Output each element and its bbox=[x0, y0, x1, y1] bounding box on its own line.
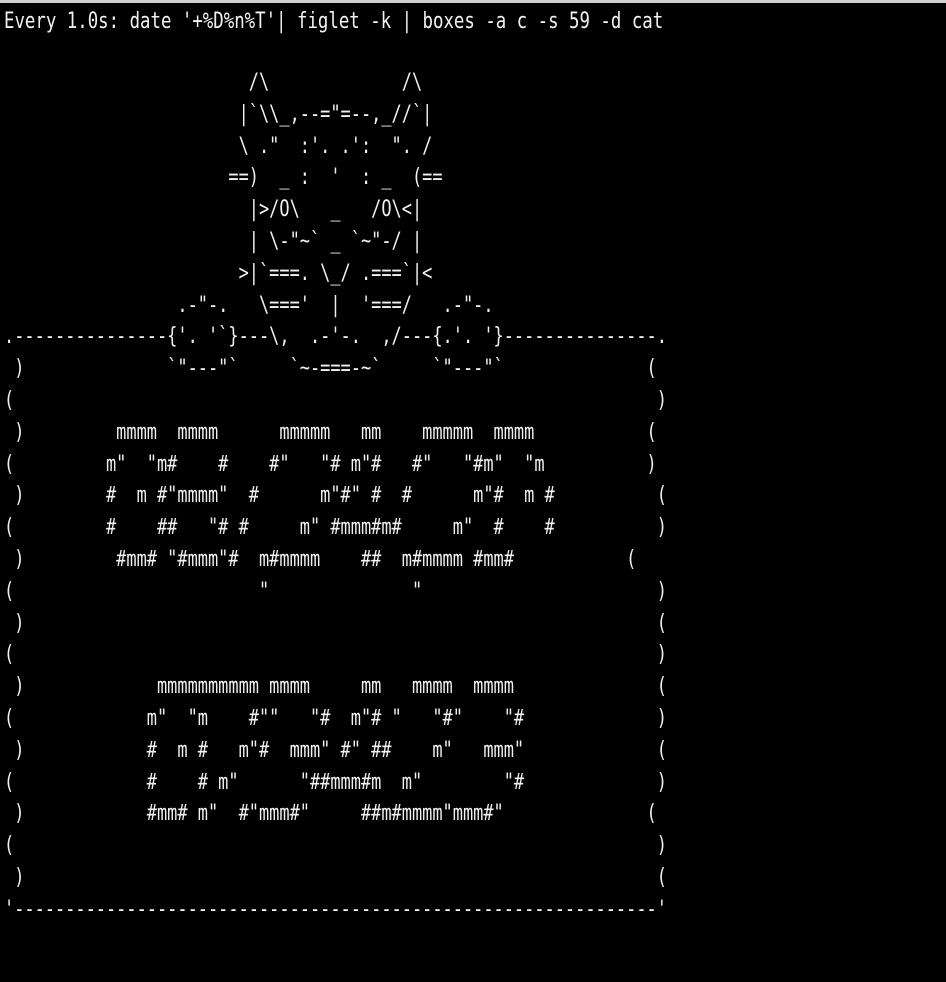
figlet-boxes-cat-output: /\ /\ |`\\_,--="=--,_//`| \ ." :'. .': "… bbox=[4, 70, 667, 922]
watch-command-header: Every 1.0s: date '+%D%n%T'| figlet -k | … bbox=[4, 9, 664, 34]
terminal-window[interactable]: Every 1.0s: date '+%D%n%T'| figlet -k | … bbox=[0, 0, 946, 982]
